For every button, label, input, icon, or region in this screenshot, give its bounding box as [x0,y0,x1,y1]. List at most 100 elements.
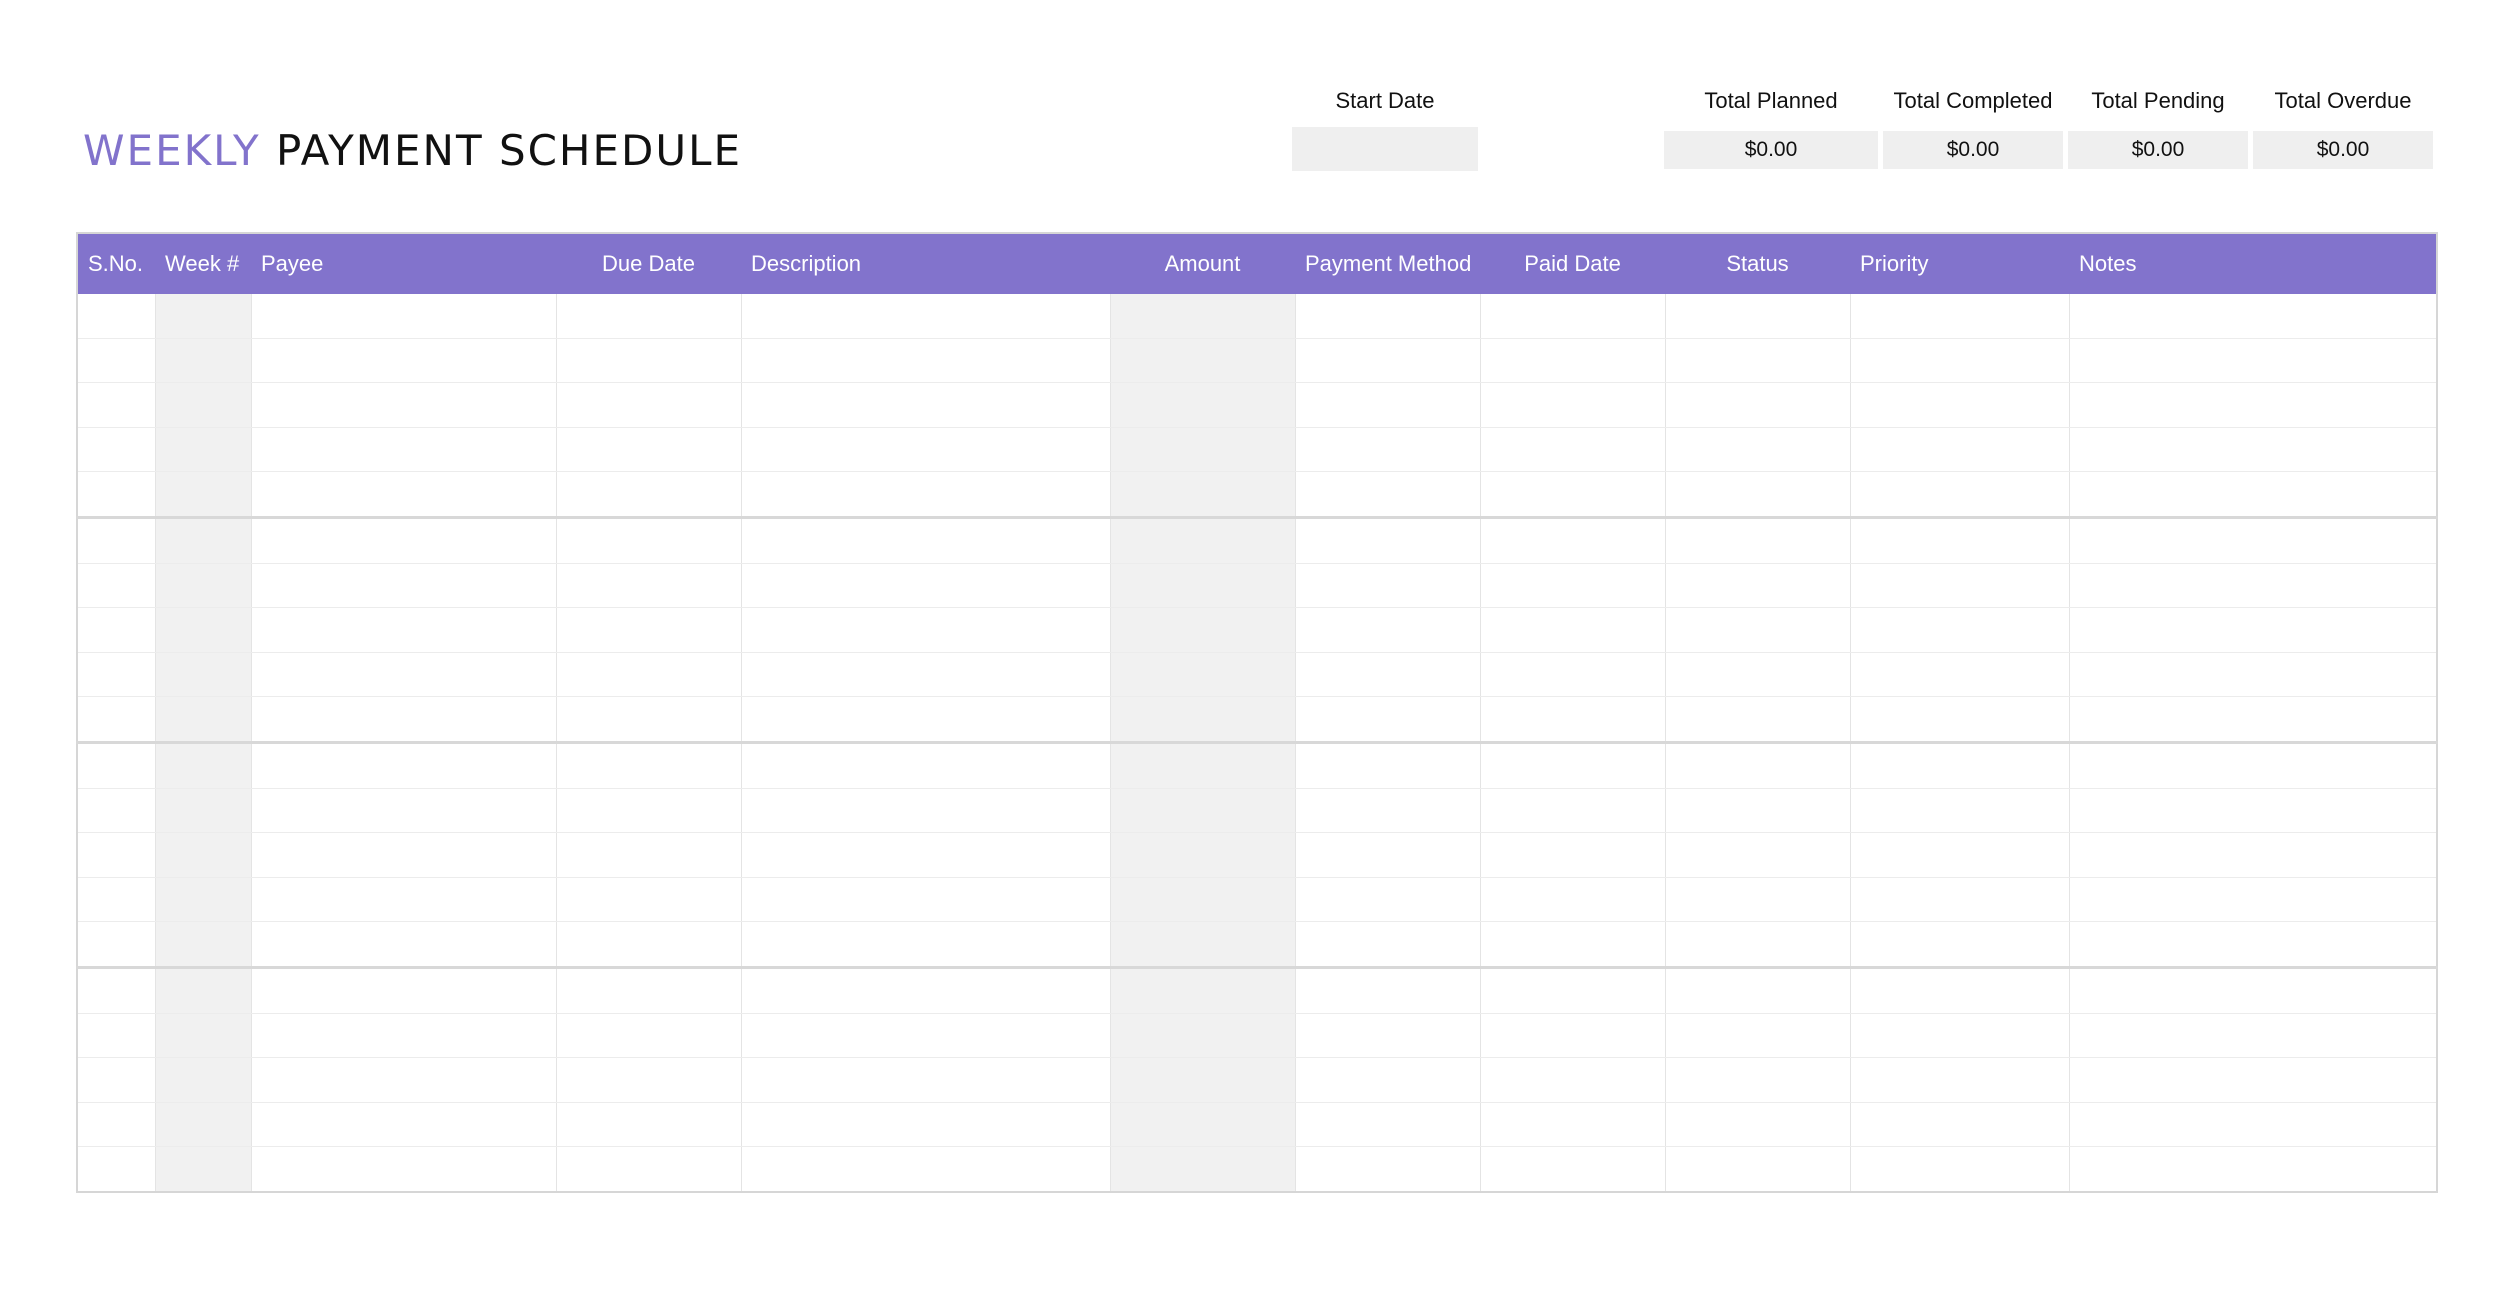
cell-payment-method[interactable] [1294,652,1481,698]
cell-payee[interactable] [250,1057,557,1103]
cell-priority[interactable] [1849,696,2070,744]
cell-notes[interactable] [2068,338,2438,384]
cell-status[interactable] [1664,517,1851,564]
cell-paid-date[interactable] [1479,294,1666,339]
cell-priority[interactable] [1849,652,2070,698]
cell-paid-date[interactable] [1479,967,1666,1014]
cell-paid-date[interactable] [1479,1013,1666,1059]
cell-week[interactable] [154,921,252,969]
cell-status[interactable] [1664,652,1851,698]
cell-due-date[interactable] [555,967,742,1014]
cell-sno[interactable] [76,427,156,473]
cell-payment-method[interactable] [1294,1102,1481,1148]
cell-notes[interactable] [2068,921,2438,969]
cell-priority[interactable] [1849,832,2070,878]
cell-payee[interactable] [250,877,557,923]
cell-paid-date[interactable] [1479,471,1666,519]
cell-due-date[interactable] [555,427,742,473]
cell-priority[interactable] [1849,427,2070,473]
cell-description[interactable] [740,338,1111,384]
cell-payee[interactable] [250,1102,557,1148]
cell-payee[interactable] [250,832,557,878]
cell-priority[interactable] [1849,1146,2070,1193]
cell-priority[interactable] [1849,1102,2070,1148]
cell-payment-method[interactable] [1294,427,1481,473]
cell-payee[interactable] [250,742,557,789]
cell-description[interactable] [740,607,1111,653]
cell-payment-method[interactable] [1294,967,1481,1014]
cell-notes[interactable] [2068,967,2438,1014]
cell-description[interactable] [740,877,1111,923]
cell-description[interactable] [740,696,1111,744]
cell-status[interactable] [1664,921,1851,969]
cell-due-date[interactable] [555,1013,742,1059]
cell-status[interactable] [1664,696,1851,744]
cell-week[interactable] [154,742,252,789]
cell-status[interactable] [1664,1102,1851,1148]
cell-week[interactable] [154,788,252,834]
cell-notes[interactable] [2068,877,2438,923]
cell-due-date[interactable] [555,832,742,878]
cell-payee[interactable] [250,563,557,609]
cell-description[interactable] [740,788,1111,834]
cell-notes[interactable] [2068,471,2438,519]
cell-due-date[interactable] [555,696,742,744]
cell-payee[interactable] [250,696,557,744]
cell-due-date[interactable] [555,652,742,698]
cell-priority[interactable] [1849,338,2070,384]
cell-notes[interactable] [2068,696,2438,744]
cell-sno[interactable] [76,1013,156,1059]
cell-notes[interactable] [2068,563,2438,609]
cell-payee[interactable] [250,921,557,969]
cell-notes[interactable] [2068,607,2438,653]
cell-priority[interactable] [1849,1013,2070,1059]
cell-status[interactable] [1664,788,1851,834]
cell-amount[interactable] [1109,471,1296,519]
cell-priority[interactable] [1849,967,2070,1014]
start-date-field[interactable] [1292,127,1478,171]
cell-status[interactable] [1664,877,1851,923]
cell-due-date[interactable] [555,742,742,789]
cell-status[interactable] [1664,1057,1851,1103]
cell-sno[interactable] [76,921,156,969]
cell-week[interactable] [154,427,252,473]
cell-status[interactable] [1664,832,1851,878]
cell-week[interactable] [154,517,252,564]
cell-notes[interactable] [2068,294,2438,339]
cell-notes[interactable] [2068,1057,2438,1103]
cell-notes[interactable] [2068,1146,2438,1193]
cell-priority[interactable] [1849,563,2070,609]
cell-week[interactable] [154,471,252,519]
cell-description[interactable] [740,1057,1111,1103]
cell-paid-date[interactable] [1479,877,1666,923]
cell-sno[interactable] [76,742,156,789]
cell-priority[interactable] [1849,877,2070,923]
cell-amount[interactable] [1109,563,1296,609]
cell-payee[interactable] [250,652,557,698]
cell-payee[interactable] [250,1013,557,1059]
cell-priority[interactable] [1849,1057,2070,1103]
cell-notes[interactable] [2068,517,2438,564]
cell-notes[interactable] [2068,1013,2438,1059]
cell-notes[interactable] [2068,382,2438,428]
cell-paid-date[interactable] [1479,563,1666,609]
cell-payment-method[interactable] [1294,471,1481,519]
cell-paid-date[interactable] [1479,921,1666,969]
cell-payee[interactable] [250,338,557,384]
cell-status[interactable] [1664,563,1851,609]
cell-due-date[interactable] [555,517,742,564]
cell-week[interactable] [154,1146,252,1193]
cell-payment-method[interactable] [1294,1013,1481,1059]
cell-due-date[interactable] [555,788,742,834]
cell-status[interactable] [1664,338,1851,384]
cell-amount[interactable] [1109,427,1296,473]
cell-due-date[interactable] [555,607,742,653]
cell-payee[interactable] [250,788,557,834]
cell-sno[interactable] [76,563,156,609]
cell-notes[interactable] [2068,742,2438,789]
cell-status[interactable] [1664,742,1851,789]
cell-due-date[interactable] [555,921,742,969]
cell-paid-date[interactable] [1479,1102,1666,1148]
cell-paid-date[interactable] [1479,696,1666,744]
cell-sno[interactable] [76,471,156,519]
